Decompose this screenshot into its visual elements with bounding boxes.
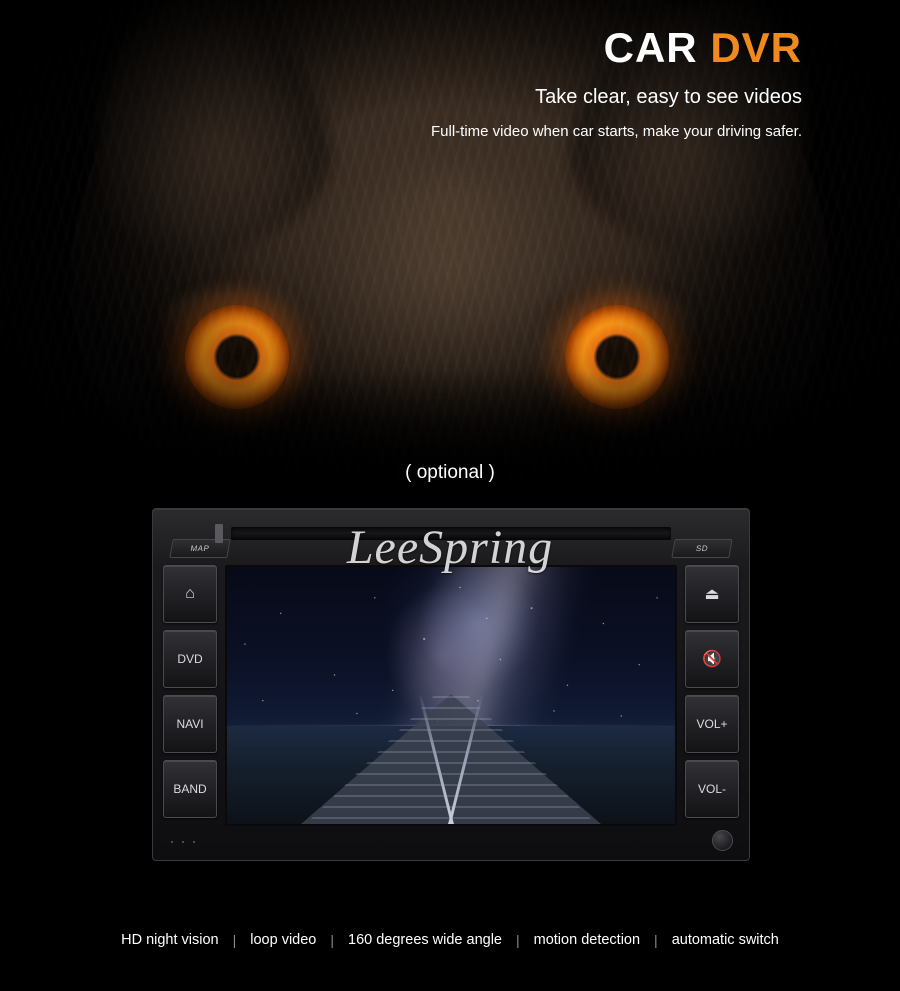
disc-slot <box>231 527 671 540</box>
eject-button[interactable]: ⏏ <box>685 565 739 623</box>
feature-item: 160 degrees wide angle <box>348 932 502 948</box>
feature-item: motion detection <box>533 932 641 948</box>
band-button[interactable]: BAND <box>163 760 217 818</box>
mute-button[interactable]: 🔇 <box>685 630 739 688</box>
navi-button[interactable]: NAVI <box>163 695 217 753</box>
background-bottom-fade <box>0 370 900 520</box>
title-main-text: CAR <box>603 24 698 71</box>
product-banner: CAR DVR Take clear, easy to see videos F… <box>0 0 900 991</box>
feature-item: automatic switch <box>671 932 779 948</box>
feature-item: HD night vision <box>121 932 219 948</box>
page-title: CAR DVR <box>431 24 802 71</box>
volume-up-button[interactable]: VOL+ <box>685 695 739 753</box>
sd-card-slot-button[interactable]: SD <box>671 539 733 558</box>
car-head-unit: MAP SD ⌂ DVD NAVI BAND ⏏ 🔇 VOL+ VOL- <box>152 508 750 861</box>
right-button-column: ⏏ 🔇 VOL+ VOL- <box>685 565 739 825</box>
dvd-button[interactable]: DVD <box>163 630 217 688</box>
page-subtitle: Take clear, easy to see videos <box>535 86 802 109</box>
home-button[interactable]: ⌂ <box>163 565 217 623</box>
microphone-holes <box>169 838 205 846</box>
feature-list: HD night vision | loop video | 160 degre… <box>0 932 900 948</box>
page-description: Full-time video when car starts, make yo… <box>431 123 802 141</box>
disc-slot-marker <box>215 524 223 543</box>
feature-item: loop video <box>250 932 317 948</box>
volume-down-button[interactable]: VOL- <box>685 760 739 818</box>
header-block: CAR DVR Take clear, easy to see videos F… <box>431 24 802 141</box>
power-knob[interactable] <box>712 830 733 851</box>
optional-label: ( optional ) <box>405 462 495 483</box>
title-accent-text: DVR <box>710 24 802 71</box>
device-bottom-panel <box>163 830 739 856</box>
left-button-column: ⌂ DVD NAVI BAND <box>163 565 217 825</box>
device-top-panel: MAP SD <box>161 515 741 559</box>
device-screen[interactable] <box>225 565 677 826</box>
